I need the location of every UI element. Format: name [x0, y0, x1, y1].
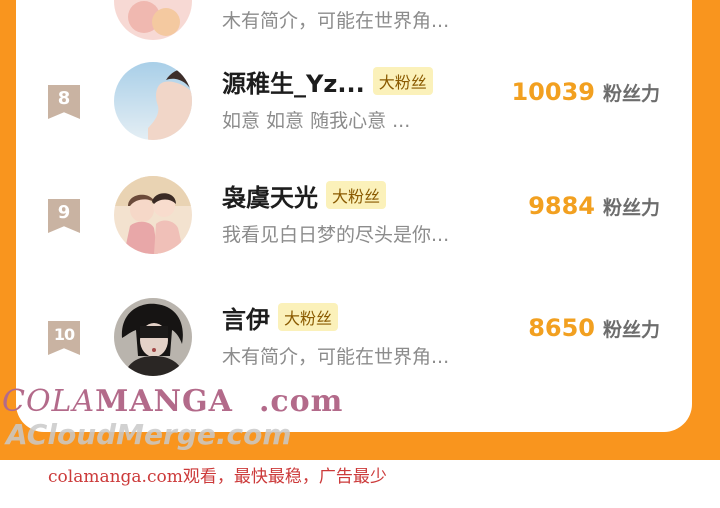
watermark-part: COLA	[2, 384, 96, 419]
fan-level-badge: 大粉丝	[372, 67, 433, 95]
ranking-row[interactable]: 8 源稚生_Yz... 大粉丝 如意 如意 随我心意 ... 10039 粉丝力	[16, 50, 692, 150]
name-line: 源稚生_Yz... 大粉丝	[222, 64, 433, 98]
user-name[interactable]: 袅虞天光	[222, 178, 318, 213]
rank-badge: 10	[48, 321, 80, 355]
ranking-row[interactable]: 10 言伊 大粉丝 木有简介，可能在世界角... 8650 粉丝力	[16, 286, 692, 386]
fan-level-badge: 大粉丝	[278, 303, 339, 331]
ranking-row-partial[interactable]: 木有简介，可能在世界角...	[16, 0, 692, 50]
user-bio: 我看见白日梦的尽头是你...	[222, 224, 450, 246]
watermark-part: MANGA	[95, 384, 233, 419]
name-line: 袅虞天光 大粉丝	[222, 178, 387, 213]
merge-watermark: ACloudMerge.com	[6, 418, 292, 451]
user-bio: 如意 如意 随我心意 ...	[222, 110, 411, 132]
fan-power-value: 8650	[528, 314, 595, 342]
avatar[interactable]	[114, 176, 192, 254]
fan-power-unit: 粉丝力	[602, 83, 660, 105]
name-line: 言伊 大粉丝	[222, 300, 339, 335]
user-bio: 木有简介，可能在世界角...	[222, 10, 450, 32]
site-watermark: COLAMANGA .com	[2, 384, 343, 419]
ranking-row[interactable]: 9 袅虞天光 大粉丝 我看见白日梦的尽头是你... 9884 粉丝力	[16, 164, 692, 264]
fan-power-unit: 粉丝力	[602, 197, 660, 219]
avatar[interactable]	[114, 62, 192, 140]
user-name[interactable]: 源稚生_Yz...	[222, 64, 365, 99]
rank-badge: 8	[48, 85, 80, 119]
fan-level-badge: 大粉丝	[326, 181, 387, 209]
watermark-part: .com	[258, 384, 344, 419]
fan-power-value: 9884	[528, 192, 595, 220]
user-bio: 木有简介，可能在世界角...	[222, 346, 450, 368]
fan-power-unit: 粉丝力	[602, 319, 660, 341]
fan-power-value: 10039	[511, 78, 595, 106]
avatar[interactable]	[114, 298, 192, 376]
user-name[interactable]: 言伊	[222, 300, 270, 335]
fan-power: 10039 粉丝力	[511, 78, 660, 106]
avatar	[114, 0, 192, 40]
rank-badge: 9	[48, 199, 80, 233]
fan-power: 8650 粉丝力	[528, 314, 660, 342]
fan-power: 9884 粉丝力	[528, 192, 660, 220]
fan-ranking-card: 木有简介，可能在世界角... 8 源稚生_Yz... 大粉丝 如意 如意 随我心…	[16, 0, 692, 432]
footer-note: colamanga.com观看，最快最稳，广告最少	[48, 467, 387, 487]
